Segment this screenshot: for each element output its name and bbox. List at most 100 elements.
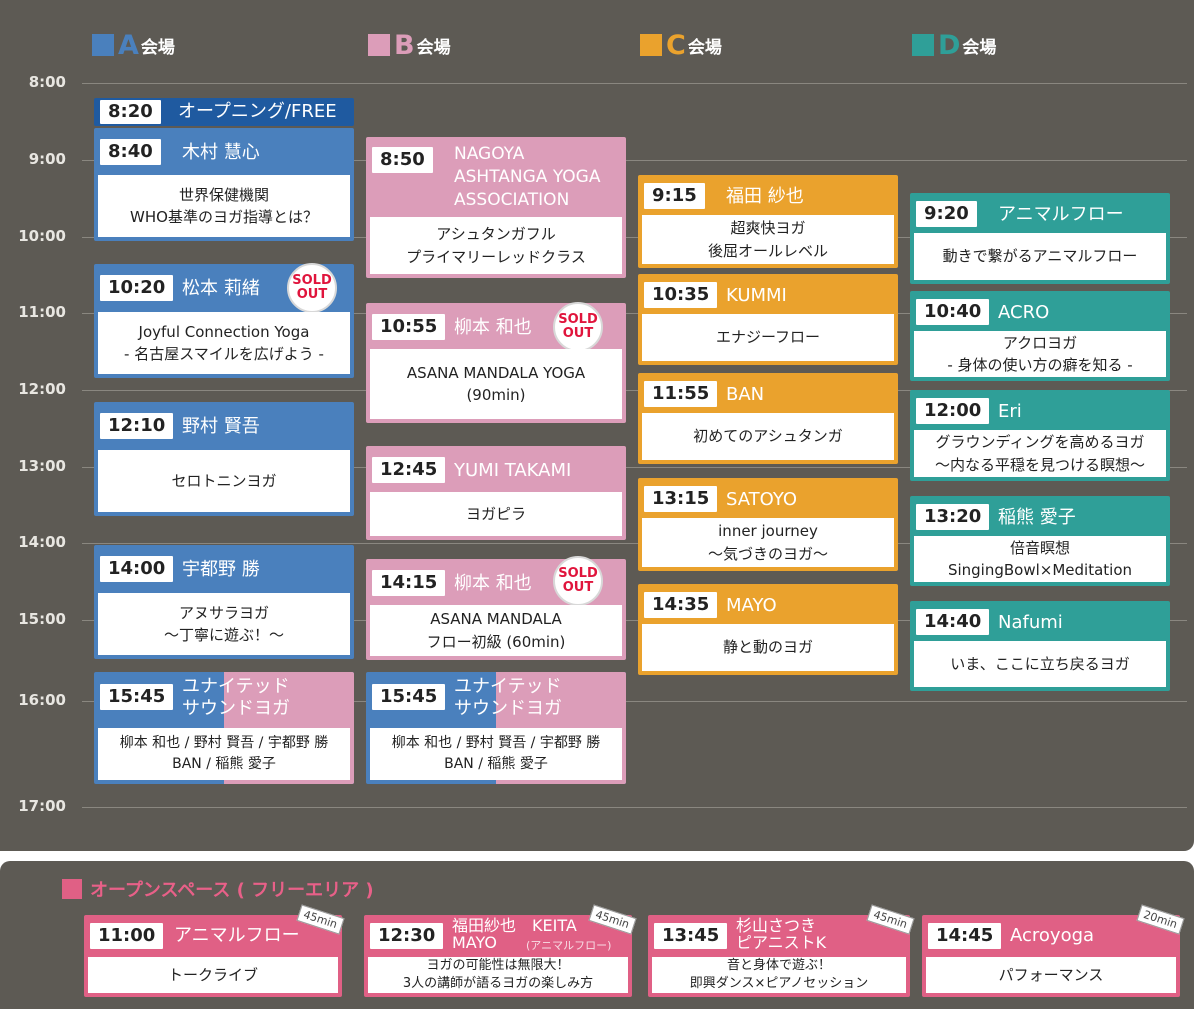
description-line: 初めてのアシュタンガ <box>693 427 843 446</box>
session-description: ヨガピラ <box>370 492 622 536</box>
session-time: 15:45 <box>100 684 174 710</box>
session-card-b-united[interactable]: 15:45 ユナイテッド サウンドヨガ 柳本 和也 / 野村 賢吾 / 宇都野 … <box>366 672 626 784</box>
description-line: 柳本 和也 / 野村 賢吾 / 宇都野 勝 <box>391 735 601 751</box>
description-line: 〜丁寧に遊ぶ！〜 <box>163 626 284 644</box>
session-card-b[interactable]: 14:15 柳本 和也 SOLD OUT ASANA MANDALA フロー初級 … <box>366 556 626 660</box>
title-line: サウンドヨガ <box>182 697 290 719</box>
description-line: Joyful Connection Yoga <box>138 322 310 341</box>
description-line: 〜内なる平穏を見つける瞑想〜 <box>934 455 1145 474</box>
description-line: アクロヨガ <box>1002 333 1078 352</box>
description-line: ASANA MANDALA <box>430 610 562 628</box>
venue-label: 会場 <box>416 37 451 58</box>
session-instructor: 松本 莉緒 <box>182 278 260 299</box>
session-card-a[interactable]: 14:00 宇都野 勝 アヌサラヨガ 〜丁寧に遊ぶ！〜 <box>94 545 354 659</box>
title-line: ユナイテッド <box>182 676 290 697</box>
session-card-b[interactable]: 10:55 柳本 和也 SOLD OUT ASANA MANDALA YOGA (… <box>366 302 626 423</box>
time-label: 13:00 <box>18 457 66 475</box>
session-time: 10:40 <box>916 299 990 325</box>
time-label: 10:00 <box>18 227 66 245</box>
session-instructor: 福田 紗也 <box>726 186 804 207</box>
session-description: 倍音瞑想 SingingBowl×Meditation <box>914 536 1166 582</box>
open-space-card[interactable]: 14:45 Acroyoga 20min パフォーマンス <box>922 904 1185 997</box>
venue-b-color-icon <box>368 34 390 56</box>
session-card-d[interactable]: 14:40 Nafumi いま、ここに立ち戻るヨガ <box>910 601 1170 691</box>
session-instructor: 木村 慧心 <box>182 142 260 163</box>
session-instructor: 杉山さつき ピアニストK <box>736 917 826 951</box>
description-line: SingingBowl×Meditation <box>947 561 1133 579</box>
session-description: グラウンディングを高めるヨガ 〜内なる平穏を見つける瞑想〜 <box>914 430 1166 477</box>
sold-out-badge: SOLD OUT <box>553 556 603 606</box>
description-line: 〜気づきのヨガ〜 <box>707 544 828 563</box>
description-line: 音と身体で遊ぶ！ <box>726 958 831 974</box>
session-instructor: アニマルフロー <box>998 204 1124 225</box>
description-line: 即興ダンス×ピアノセッション <box>689 976 869 991</box>
open-space-card[interactable]: 12:30 福田紗也 KEITA MAYO (アニマルフロー) 45min ヨガ… <box>364 904 637 997</box>
session-card-d[interactable]: 12:00 Eri グラウンディングを高めるヨガ 〜内なる平穏を見つける瞑想〜 <box>910 390 1170 481</box>
description-line: BAN / 稲熊 愛子 <box>172 756 276 772</box>
session-time: 14:15 <box>372 570 446 596</box>
session-description: トークライブ <box>88 957 338 993</box>
description-line: 動きで繋がるアニマルフロー <box>942 247 1138 266</box>
venue-label: 会場 <box>687 37 722 58</box>
description-line: アシュタンガフル <box>436 225 556 243</box>
session-card-a[interactable]: 8:40 木村 慧心 世界保健機関 WHO基準のヨガ指導とは？ <box>94 128 354 241</box>
instructor-line: ピアニストK <box>736 933 827 952</box>
session-card-a-opening[interactable]: 8:20 オープニング/FREE <box>94 98 354 126</box>
instructor-line: 杉山さつき <box>736 916 817 935</box>
session-description: 動きで繋がるアニマルフロー <box>914 233 1166 280</box>
session-instructor: 宇都野 勝 <box>182 559 260 580</box>
session-time: 11:00 <box>90 923 164 949</box>
session-card-a[interactable]: 10:20 松本 莉緒 SOLD OUT Joyful Connection Yo… <box>94 263 354 378</box>
description-line: - 身体の使い方の癖を知る - <box>947 356 1133 374</box>
session-card-a-united[interactable]: 15:45 ユナイテッド サウンドヨガ 柳本 和也 / 野村 賢吾 / 宇都野 … <box>94 672 354 784</box>
session-time: 14:00 <box>100 556 174 582</box>
session-description: ヨガの可能性は無限大！ 3人の講師が語るヨガの楽しみ方 <box>368 957 628 993</box>
session-card-a[interactable]: 12:10 野村 賢吾 セロトニンヨガ <box>94 402 354 516</box>
description-line: 柳本 和也 / 野村 賢吾 / 宇都野 勝 <box>119 735 329 751</box>
venue-d-header: D 会場 <box>912 30 996 60</box>
session-card-d[interactable]: 13:20 稲熊 愛子 倍音瞑想 SingingBowl×Meditation <box>910 496 1170 586</box>
instructor-line: ASSOCIATION <box>454 190 570 210</box>
time-label: 15:00 <box>18 610 66 628</box>
session-card-b[interactable]: 8:50 NAGOYA ASHTANGA YOGA ASSOCIATION アシ… <box>366 137 626 278</box>
description-line: (90min) <box>466 386 526 404</box>
session-time: 14:40 <box>916 609 990 635</box>
session-time: 13:45 <box>654 923 728 949</box>
session-instructor: 野村 賢吾 <box>182 416 260 437</box>
session-instructor: NAGOYA ASHTANGA YOGA ASSOCIATION <box>454 143 600 212</box>
session-description: inner journey 〜気づきのヨガ〜 <box>642 518 894 567</box>
instructor-line: 福田紗也 KEITA <box>452 916 577 935</box>
description-line: BAN / 稲熊 愛子 <box>444 756 548 772</box>
session-card-c[interactable]: 13:15 SATOYO inner journey 〜気づきのヨガ〜 <box>638 478 898 571</box>
session-time: 10:20 <box>100 275 174 301</box>
session-description: パフォーマンス <box>926 957 1176 993</box>
open-space-card[interactable]: 13:45 杉山さつき ピアニストK 45min 音と身体で遊ぶ！ 即興ダンス×… <box>648 904 915 997</box>
session-card-d[interactable]: 10:40 ACRO アクロヨガ - 身体の使い方の癖を知る - <box>910 291 1170 381</box>
session-time: 8:50 <box>372 147 433 173</box>
venue-b-header: B 会場 <box>368 30 451 60</box>
session-card-b[interactable]: 12:45 YUMI TAKAMI ヨガピラ <box>366 446 626 540</box>
instructor-line: ASHTANGA YOGA <box>454 167 601 187</box>
session-description: 静と動のヨガ <box>642 624 894 671</box>
session-card-c[interactable]: 11:55 BAN 初めてのアシュタンガ <box>638 373 898 464</box>
venue-letter: A <box>118 29 139 61</box>
hour-line <box>82 807 1187 808</box>
session-card-c[interactable]: 9:15 福田 紗也 超爽快ヨガ 後屈オールレベル <box>638 175 898 268</box>
description-line: ヨガの可能性は無限大！ <box>426 958 570 974</box>
session-card-c[interactable]: 10:35 KUMMI エナジーフロー <box>638 274 898 365</box>
session-time: 12:10 <box>100 413 174 439</box>
open-space-card[interactable]: 11:00 アニマルフロー 45min トークライブ <box>84 904 345 997</box>
session-card-d[interactable]: 9:20 アニマルフロー 動きで繋がるアニマルフロー <box>910 193 1170 284</box>
session-name: オープニング/FREE <box>178 101 337 122</box>
description-line: ASANA MANDALA YOGA <box>406 363 586 382</box>
title-line: サウンドヨガ <box>454 697 562 719</box>
session-description: ASANA MANDALA フロー初級 (60min) <box>370 605 622 656</box>
venue-d-color-icon <box>912 34 934 56</box>
session-card-c[interactable]: 14:35 MAYO 静と動のヨガ <box>638 584 898 675</box>
description-line: いま、ここに立ち戻るヨガ <box>950 654 1130 673</box>
description-line: ヨガピラ <box>465 504 526 523</box>
time-label: 14:00 <box>18 533 66 551</box>
time-label: 8:00 <box>28 73 66 91</box>
session-description: Joyful Connection Yoga - 名古屋スマイルを広げよう - <box>98 312 350 374</box>
venue-label: 会場 <box>962 37 997 58</box>
